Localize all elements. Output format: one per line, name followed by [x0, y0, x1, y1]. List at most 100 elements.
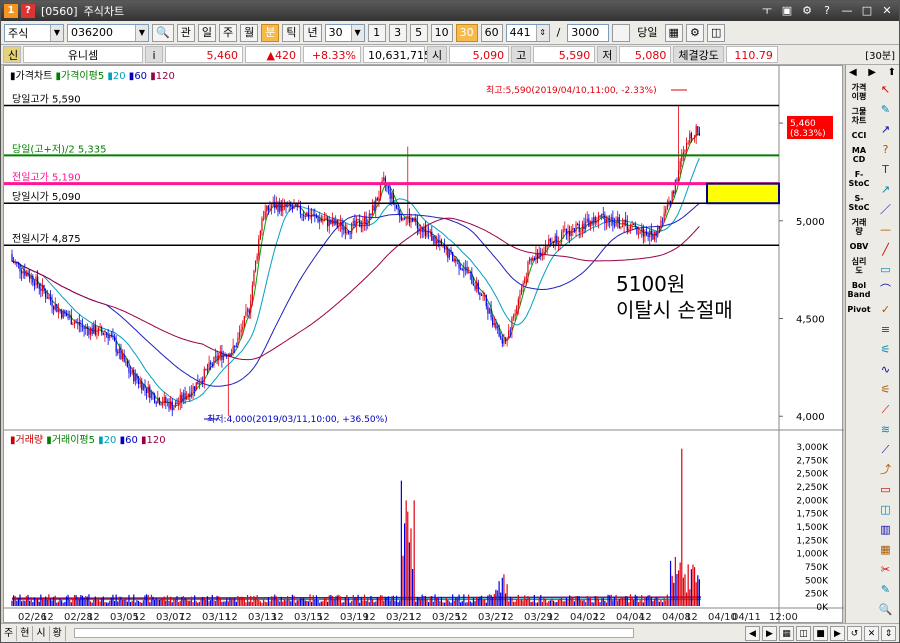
tab-hwang[interactable]: 황	[50, 625, 66, 641]
drawing-tool-icon-25[interactable]: ✎	[876, 581, 896, 599]
interval-1[interactable]: 1	[367, 23, 386, 42]
drawing-tool-icon-14[interactable]: ∿	[876, 361, 896, 379]
market-select[interactable]: 주식 ▼	[4, 23, 64, 42]
indicator-button-0[interactable]: 가격 이평	[847, 83, 871, 101]
interval-60[interactable]: 60	[480, 23, 503, 42]
interval-5[interactable]: 5	[409, 23, 428, 42]
candle-body	[317, 217, 319, 222]
drawing-tool-icon-5[interactable]: ↗	[876, 181, 896, 199]
search-icon[interactable]: 🔍	[152, 23, 174, 42]
status-button-7[interactable]: ✕	[864, 625, 879, 641]
candle-body	[104, 333, 106, 335]
candle-body	[254, 260, 257, 272]
drawing-tool-icon-7[interactable]: —	[876, 221, 896, 239]
drawing-tool-icon-23[interactable]: ▦	[876, 541, 896, 559]
drawing-tool-icon-21[interactable]: ◫	[876, 501, 896, 519]
period-button-year[interactable]: 년	[303, 23, 322, 42]
drawing-tool-icon-19[interactable]: ⤴	[876, 461, 896, 479]
pin-icon[interactable]: ㅜ	[759, 4, 775, 18]
indicator-button-4[interactable]: F- StoC	[847, 170, 871, 188]
drawing-tool-icon-0[interactable]: ↖	[876, 81, 896, 99]
drawing-tool-icon-26[interactable]: 🔍	[876, 601, 896, 619]
indicator-button-5[interactable]: S- StoC	[847, 194, 871, 212]
status-button-3[interactable]: ◫	[796, 625, 811, 641]
volume-bar	[33, 597, 36, 606]
indicator-button-1[interactable]: 그물 차트	[847, 107, 871, 125]
indicator-button-8[interactable]: 심리 도	[847, 257, 871, 275]
drawing-tool-icon-1[interactable]: ✎	[876, 101, 896, 119]
stop-zone-box[interactable]	[706, 182, 780, 205]
today-checkbox[interactable]	[612, 23, 631, 42]
drawing-tool-icon-4[interactable]: T	[876, 161, 896, 179]
period-button-minute[interactable]: 분	[261, 23, 280, 42]
drawing-tool-icon-16[interactable]: ⟋	[876, 401, 896, 419]
volume-bar	[25, 596, 28, 606]
sync-icon[interactable]: ⚙	[685, 23, 704, 42]
status-button-5[interactable]: ▶	[830, 625, 845, 641]
volume-bar	[195, 601, 197, 606]
status-button-8[interactable]: ⇕	[881, 625, 896, 641]
period-button-month[interactable]: 월	[240, 23, 259, 42]
drawing-tool-icon-20[interactable]: ▭	[876, 481, 896, 499]
drawing-tool-icon-22[interactable]: ▥	[876, 521, 896, 539]
indicator-button-3[interactable]: MA CD	[847, 146, 871, 164]
indicator-button-6[interactable]: 거래 량	[847, 218, 871, 236]
drawing-tool-icon-2[interactable]: ↗	[876, 121, 896, 139]
indicator-button-10[interactable]: Pivot	[847, 305, 871, 314]
volume-bar	[685, 592, 688, 606]
indicator-button-9[interactable]: Bol Band	[847, 281, 871, 299]
dock-icon[interactable]: ▣	[779, 4, 795, 18]
minimize-button[interactable]: —	[839, 4, 855, 18]
settings-icon[interactable]: ⚙	[799, 4, 815, 18]
code-input[interactable]: 036200 ▼	[67, 23, 149, 42]
drawing-tool-icon-15[interactable]: ⚟	[876, 381, 896, 399]
tab-hyeon[interactable]: 현	[17, 625, 34, 641]
scroll-right-icon[interactable]: ▶	[868, 67, 876, 78]
interval-10[interactable]: 10	[430, 23, 453, 42]
interval-3[interactable]: 3	[388, 23, 407, 42]
drawing-tool-icon-11[interactable]: ✓	[876, 301, 896, 319]
indicator-button-2[interactable]: CCI	[847, 131, 871, 140]
drawing-tool-icon-8[interactable]: ╱	[876, 241, 896, 259]
status-button-2[interactable]: ▦	[779, 625, 794, 641]
help-icon[interactable]: ?	[21, 4, 35, 18]
close-button[interactable]: ✕	[879, 4, 895, 18]
layout-icon[interactable]: ◫	[706, 23, 726, 42]
period-button-day[interactable]: 일	[197, 23, 216, 42]
interval-select[interactable]: 30 ▼	[324, 23, 365, 42]
interval-30[interactable]: 30	[455, 23, 478, 42]
volume-bar	[118, 596, 120, 606]
tab-ju[interactable]: 주	[1, 625, 18, 641]
horizontal-scrollbar[interactable]	[73, 628, 634, 638]
drawing-tool-icon-12[interactable]: ≡	[876, 321, 896, 339]
grid-icon[interactable]: ▦	[664, 23, 683, 42]
status-button-6[interactable]: ↺	[847, 625, 862, 641]
period-button-gwan[interactable]: 관	[176, 23, 195, 42]
drawing-tool-icon-24[interactable]: ✂	[876, 561, 896, 579]
tab-si[interactable]: 시	[33, 625, 50, 641]
status-button-0[interactable]: ◀	[745, 625, 760, 641]
period-button-week[interactable]: 주	[218, 23, 238, 42]
status-button-4[interactable]: ■	[813, 625, 828, 641]
info-button[interactable]: i	[145, 46, 163, 63]
total-input[interactable]: 3000	[567, 23, 610, 42]
drawing-tool-icon-3[interactable]: ?	[876, 141, 896, 159]
maximize-button[interactable]: □	[859, 4, 875, 18]
drawing-tool-icon-17[interactable]: ≋	[876, 421, 896, 439]
volume-bar	[312, 595, 314, 606]
scroll-up-icon[interactable]: ⬆	[888, 67, 896, 78]
drawing-tool-icon-13[interactable]: ⚟	[876, 341, 896, 359]
scroll-left-icon[interactable]: ◀	[849, 67, 857, 78]
indicator-button-7[interactable]: OBV	[847, 242, 871, 251]
drawing-tool-icon-9[interactable]: ▭	[876, 261, 896, 279]
drawing-tool-icon-10[interactable]: ⌒	[876, 281, 896, 299]
count-input[interactable]: 441 ⇕	[505, 23, 550, 42]
period-button-tick[interactable]: 틱	[282, 23, 301, 42]
open-price: 5,090	[449, 46, 510, 63]
chart-area[interactable]: 당일고가 5,590 당일(고+저)/2 5,335 전일고가 5,190 당일시가 …	[3, 65, 844, 624]
drawing-tool-icon-6[interactable]: ／	[876, 201, 896, 219]
price-volume-chart[interactable]: 당일고가 5,590 당일(고+저)/2 5,335 전일고가 5,190 당일시가 …	[4, 66, 844, 624]
status-button-1[interactable]: ▶	[762, 625, 777, 641]
help-button[interactable]: ?	[819, 4, 835, 18]
drawing-tool-icon-18[interactable]: ⟋	[876, 441, 896, 459]
